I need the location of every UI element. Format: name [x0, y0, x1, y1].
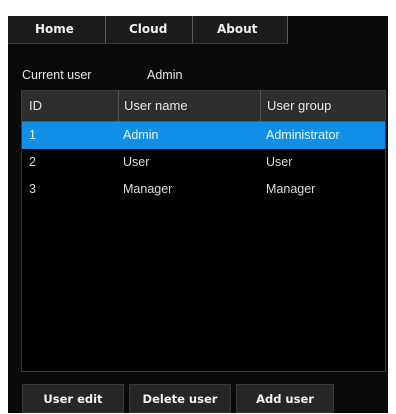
cell-user-name: Manager [123, 182, 173, 196]
table-row[interactable]: 1 Admin Administrator [22, 122, 385, 149]
tab-home-label: Home [35, 22, 74, 36]
delete-user-button[interactable]: Delete user [129, 384, 231, 413]
cell-user-group: Administrator [266, 128, 340, 142]
current-user-value: Admin [147, 68, 183, 82]
tab-bar: Home Cloud About [8, 16, 388, 44]
table-row[interactable]: 3 Manager Manager [22, 176, 385, 203]
tab-cloud[interactable]: Cloud [106, 16, 193, 44]
add-user-button[interactable]: Add user [236, 384, 334, 413]
column-header-user-name[interactable]: User name [118, 91, 260, 121]
cell-id: 1 [29, 128, 36, 142]
column-header-id[interactable]: ID [22, 91, 118, 121]
cell-id: 2 [29, 155, 36, 169]
cell-user-group: Manager [266, 182, 316, 196]
cell-user-group: User [266, 155, 293, 169]
cell-user-name: Admin [123, 128, 159, 142]
column-header-user-group[interactable]: User group [260, 91, 385, 121]
cell-user-name: User [123, 155, 150, 169]
tab-home[interactable]: Home [8, 16, 106, 44]
user-management-window: Home Cloud About Current user Admin ID U… [8, 16, 388, 413]
cell-id: 3 [29, 182, 36, 196]
table-row[interactable]: 2 User User [22, 149, 385, 176]
current-user-label: Current user [22, 68, 92, 82]
user-edit-button[interactable]: User edit [22, 384, 124, 413]
table-header: ID User name User group [22, 91, 385, 122]
tab-about-label: About [217, 22, 258, 36]
tab-about[interactable]: About [193, 16, 288, 44]
user-table: ID User name User group 1 Admin Administ… [21, 90, 386, 372]
tab-cloud-label: Cloud [129, 22, 168, 36]
